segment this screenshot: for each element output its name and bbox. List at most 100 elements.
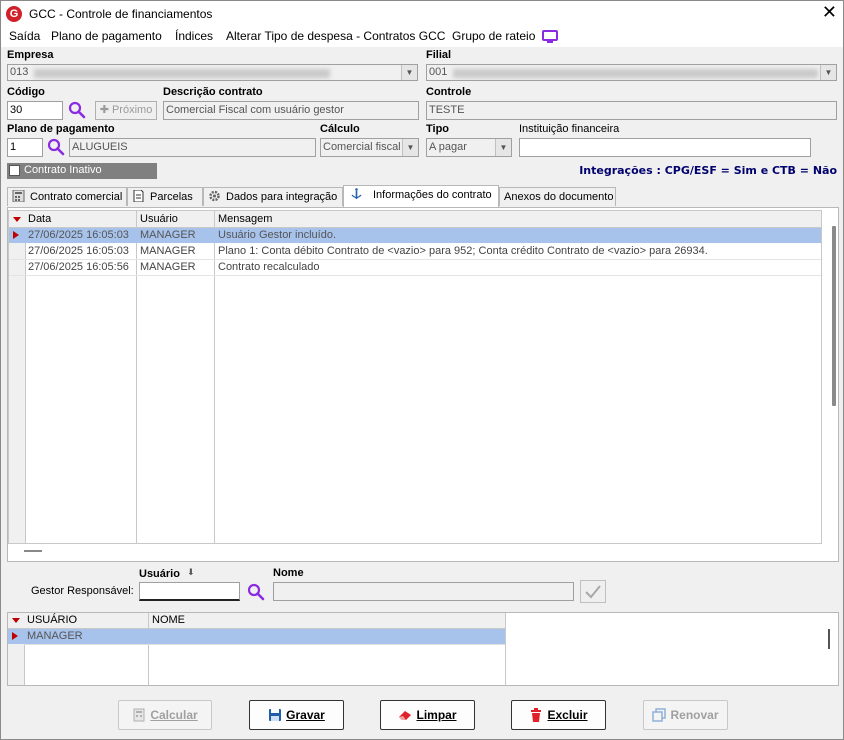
calcular-button[interactable]: Calcular (118, 700, 212, 730)
menu-indices[interactable]: Índices (175, 29, 213, 43)
dropdown-arrow-icon[interactable]: ▼ (402, 139, 418, 156)
gestor-nome-label: Nome (273, 567, 304, 579)
search-icon[interactable] (247, 583, 265, 601)
cell-usuario: MANAGER (140, 229, 196, 241)
table-row[interactable]: 27/06/2025 16:05:03 MANAGER Usuário Gest… (9, 228, 821, 243)
descricao-input[interactable]: Comercial Fiscal com usuário gestor (163, 101, 419, 120)
col-usuario[interactable]: USUÁRIO (24, 613, 149, 628)
informacoes-panel: Data Usuário Mensagem 27/06/2025 16:05:0… (7, 207, 839, 562)
cell-nome (149, 629, 505, 644)
plano-name-input[interactable]: ALUGUEIS (69, 138, 316, 157)
copy-icon (652, 708, 667, 722)
users-grid: USUÁRIO NOME MANAGER (7, 612, 839, 686)
gravar-label: Gravar (286, 708, 325, 722)
col-mensagem[interactable]: Mensagem (215, 211, 821, 227)
dropdown-arrow-icon[interactable]: ▼ (820, 65, 836, 80)
checkbox-box[interactable] (9, 165, 20, 176)
monitor-icon[interactable] (542, 30, 558, 44)
calculo-value: Comercial fiscal (323, 141, 401, 153)
sort-arrow-icon[interactable] (12, 618, 20, 623)
tab-label: Dados para integração (226, 191, 338, 203)
document-icon (133, 190, 144, 202)
dropdown-arrow-icon[interactable]: ▼ (401, 65, 417, 80)
instituicao-input[interactable] (519, 138, 811, 157)
filial-combo[interactable]: 001 ▼ (426, 64, 837, 81)
empresa-combo[interactable]: 013 ▼ (7, 64, 418, 81)
gestor-usuario-input[interactable] (139, 582, 240, 601)
gestor-usuario-label: Usuário (139, 568, 180, 580)
dropdown-arrow-icon[interactable]: ▼ (495, 139, 511, 156)
empresa-value: 013 (10, 66, 29, 78)
menu-grupo-rateio[interactable]: Grupo de rateio (452, 29, 535, 43)
controle-input[interactable]: TESTE (426, 101, 837, 120)
descricao-label: Descrição contrato (163, 86, 263, 98)
tipo-label: Tipo (426, 123, 450, 135)
contrato-inativo-label: Contrato Inativo (24, 164, 102, 176)
search-icon[interactable] (47, 138, 65, 156)
codigo-label: Código (7, 86, 45, 98)
confirm-button[interactable] (580, 580, 606, 603)
vertical-scrollbar[interactable] (832, 226, 836, 406)
column-divider (505, 613, 506, 685)
instituicao-label: Instituição financeira (519, 123, 620, 135)
tab-anexos-documento[interactable]: Anexos do documento (499, 187, 616, 206)
tab-contrato-comercial[interactable]: Contrato comercial (7, 187, 127, 206)
gestor-nome-input[interactable] (273, 582, 574, 601)
codigo-input[interactable]: 30 (7, 101, 63, 120)
cell-data: 27/06/2025 16:05:56 (28, 261, 129, 273)
cell-mensagem: Usuário Gestor incluído. (218, 229, 336, 241)
search-icon[interactable] (68, 101, 86, 119)
trash-icon (531, 708, 542, 722)
gestor-label: Gestor Responsável: (31, 585, 134, 597)
horizontal-scrollbar[interactable] (24, 550, 42, 552)
tab-label: Contrato comercial (30, 191, 123, 203)
table-row[interactable]: 27/06/2025 16:05:56 MANAGER Contrato rec… (9, 260, 821, 276)
vertical-scrollbar[interactable] (828, 629, 830, 649)
window-title: GCC - Controle de financiamentos (29, 7, 213, 21)
calculator-icon (12, 190, 25, 202)
close-icon[interactable]: ✕ (822, 3, 837, 23)
col-usuario[interactable]: Usuário (137, 211, 215, 227)
cell-usuario: MANAGER (27, 630, 83, 642)
gestor-section: Gestor Responsável: Usuário ⬇ Nome (1, 562, 843, 612)
tab-dados-integracao[interactable]: Dados para integração (203, 187, 343, 206)
tab-label: Anexos do documento (504, 191, 614, 203)
info-anchor-icon (351, 188, 362, 199)
col-data[interactable]: Data (25, 211, 137, 227)
menu-plano-pagamento[interactable]: Plano de pagamento (51, 29, 162, 43)
table-row[interactable]: MANAGER (8, 629, 505, 644)
tab-informacoes-contrato[interactable]: Informações do contrato (343, 185, 499, 207)
cell-mensagem: Contrato recalculado (218, 261, 320, 273)
calculo-combo[interactable]: Comercial fiscal ▼ (320, 138, 419, 157)
contrato-inativo-checkbox[interactable]: Contrato Inativo (7, 163, 157, 179)
main-window: G GCC - Controle de financiamentos ✕ Saí… (0, 0, 844, 740)
menu-bar: Saída Plano de pagamento Índices Alterar… (1, 27, 843, 47)
menu-alterar-tipo-despesa[interactable]: Alterar Tipo de despesa - Contratos GCC (226, 29, 445, 43)
controle-label: Controle (426, 86, 472, 98)
check-icon (585, 585, 601, 599)
tipo-combo[interactable]: A pagar ▼ (426, 138, 512, 157)
plus-icon: ✚ (99, 104, 112, 116)
log-grid-header: Data Usuário Mensagem (9, 211, 821, 228)
excluir-label: Excluir (547, 708, 588, 722)
tipo-value: A pagar (429, 141, 467, 153)
sort-arrow-icon[interactable] (13, 217, 21, 222)
menu-saida[interactable]: Saída (9, 29, 40, 43)
filial-redacted (453, 69, 818, 78)
cell-data: 27/06/2025 16:05:03 (28, 245, 129, 257)
plano-code-input[interactable]: 1 (7, 138, 43, 157)
proximo-button[interactable]: ✚ Próximo (95, 101, 157, 120)
sort-arrow-icon: ⬇ (187, 568, 195, 578)
empresa-redacted (34, 69, 330, 78)
tab-parcelas[interactable]: Parcelas (127, 187, 203, 206)
empresa-label: Empresa (7, 49, 54, 61)
limpar-button[interactable]: Limpar (380, 700, 475, 730)
col-nome[interactable]: NOME (149, 613, 506, 628)
gravar-button[interactable]: Gravar (249, 700, 344, 730)
excluir-button[interactable]: Excluir (511, 700, 606, 730)
cell-data: 27/06/2025 16:05:03 (28, 229, 129, 241)
current-row-indicator-icon (12, 632, 18, 640)
calculo-label: Cálculo (320, 123, 360, 135)
table-row[interactable]: 27/06/2025 16:05:03 MANAGER Plano 1: Con… (9, 244, 821, 260)
renovar-button[interactable]: Renovar (643, 700, 728, 730)
